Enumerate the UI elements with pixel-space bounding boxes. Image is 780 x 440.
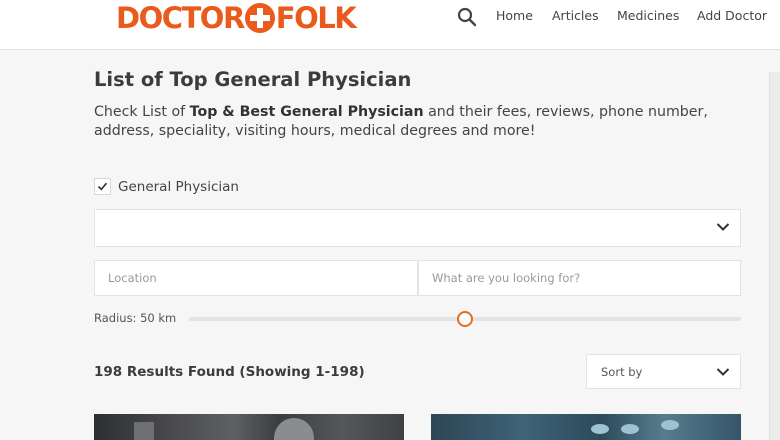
category-filter[interactable]: General Physician	[94, 178, 239, 195]
surgical-lamp-icon	[621, 424, 639, 434]
category-checkbox[interactable]	[94, 178, 111, 195]
nav-home[interactable]: Home	[496, 8, 533, 23]
sort-dropdown[interactable]: Sort by	[586, 354, 741, 389]
doctor-photo-figure	[274, 418, 314, 440]
checkmark-icon	[97, 182, 108, 191]
surgical-lamp-icon	[591, 424, 609, 434]
surgical-lamp-icon	[661, 420, 679, 430]
results-count: 198 Results Found (Showing 1-198)	[94, 364, 365, 380]
nav-articles[interactable]: Articles	[552, 8, 599, 23]
description-highlight: Top & Best General Physician	[189, 104, 424, 120]
radius-label: Radius: 50 km	[94, 311, 177, 325]
logo-text-left: DOCTOR	[116, 0, 245, 35]
site-header: DOCTOR FOLK Home Articles Medicines Add D…	[0, 0, 780, 50]
nav-add-doctor[interactable]: Add Doctor	[697, 8, 767, 23]
page-title: List of Top General Physician	[94, 68, 412, 91]
sort-label: Sort by	[601, 365, 643, 379]
search-icon[interactable]	[456, 6, 478, 28]
doctor-photo-detail	[134, 422, 154, 440]
location-placeholder: Location	[108, 271, 157, 285]
radius-slider-handle[interactable]	[457, 311, 473, 327]
description-prefix: Check List of	[94, 104, 190, 120]
site-logo[interactable]: DOCTOR FOLK	[116, 0, 357, 36]
logo-text-right: FOLK	[275, 0, 357, 35]
page-description: Check List of Top & Best General Physici…	[94, 103, 734, 141]
search-input[interactable]: What are you looking for?	[418, 260, 741, 296]
medical-cross-icon	[244, 3, 275, 33]
category-label: General Physician	[118, 178, 239, 195]
side-panel-edge	[769, 72, 780, 440]
doctor-card-image[interactable]	[94, 414, 404, 440]
chevron-down-icon	[716, 223, 730, 231]
chevron-down-icon	[716, 368, 730, 376]
nav-medicines[interactable]: Medicines	[617, 8, 679, 23]
category-dropdown[interactable]	[94, 209, 741, 247]
location-input[interactable]: Location	[94, 260, 418, 296]
search-placeholder: What are you looking for?	[432, 271, 581, 285]
doctor-card-image[interactable]	[431, 414, 741, 440]
